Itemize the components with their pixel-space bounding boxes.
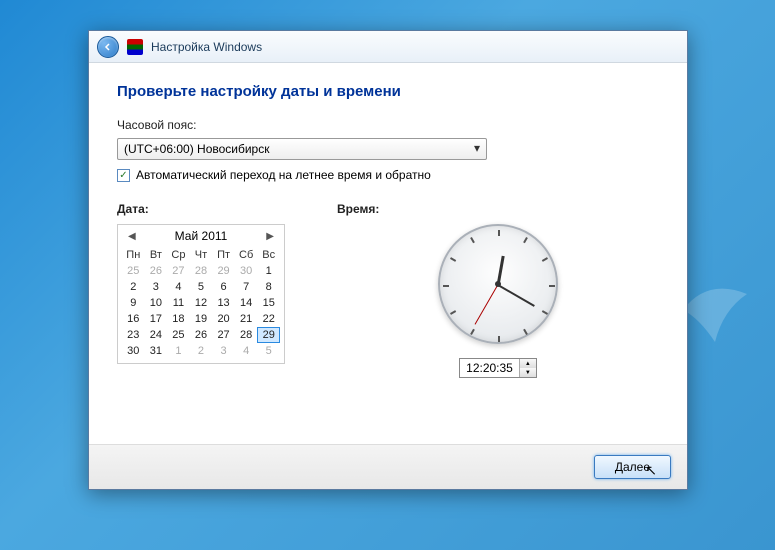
calendar-day[interactable]: 20 [212,311,235,327]
timezone-label: Часовой пояс: [117,118,659,132]
calendar-dow: Чт [190,247,213,263]
calendar-day[interactable]: 28 [190,263,213,279]
dst-label: Автоматический переход на летнее время и… [136,168,431,182]
calendar-day[interactable]: 10 [145,295,168,311]
calendar-day[interactable]: 16 [122,311,145,327]
calendar-day[interactable]: 24 [145,327,168,343]
page-heading: Проверьте настройку даты и времени [117,83,659,100]
calendar-day[interactable]: 31 [145,343,168,359]
analog-clock [438,224,558,344]
time-value[interactable]: 12:20:35 [460,359,519,377]
dst-checkbox[interactable]: ✓ [117,169,130,182]
calendar-day[interactable]: 17 [145,311,168,327]
calendar-day[interactable]: 11 [167,295,190,311]
calendar-day[interactable]: 8 [257,279,280,295]
calendar-day[interactable]: 5 [257,343,280,359]
calendar-dow: Вс [257,247,280,263]
calendar-dow: Пт [212,247,235,263]
calendar-next-button[interactable]: ▶ [262,231,278,242]
dst-row: ✓ Автоматический переход на летнее время… [117,168,659,182]
calendar-day[interactable]: 29 [257,327,280,343]
calendar-day[interactable]: 26 [145,263,168,279]
calendar-day[interactable]: 4 [235,343,258,359]
calendar-day[interactable]: 26 [190,327,213,343]
setup-window: Настройка Windows Проверьте настройку да… [88,30,688,490]
calendar-day[interactable]: 2 [122,279,145,295]
calendar-month-year[interactable]: Май 2011 [140,229,263,243]
calendar-day[interactable]: 9 [122,295,145,311]
time-spin-up[interactable]: ▲ [520,359,536,368]
back-button[interactable] [97,36,119,58]
calendar-day[interactable]: 15 [257,295,280,311]
titlebar: Настройка Windows [89,31,687,63]
calendar-day[interactable]: 23 [122,327,145,343]
calendar-dow: Пн [122,247,145,263]
windows-flag-icon [127,39,143,55]
time-spin-down[interactable]: ▼ [520,368,536,377]
calendar-day[interactable]: 1 [257,263,280,279]
calendar-day[interactable]: 28 [235,327,258,343]
calendar-day[interactable]: 25 [122,263,145,279]
timezone-select[interactable]: (UTC+06:00) Новосибирск [117,138,487,160]
calendar-day[interactable]: 30 [122,343,145,359]
calendar-day[interactable]: 29 [212,263,235,279]
footer: Далее ↖ [89,444,687,489]
time-section-label: Время: [337,202,659,216]
calendar-day[interactable]: 18 [167,311,190,327]
calendar-dow: Вт [145,247,168,263]
content-area: Проверьте настройку даты и времени Часов… [89,63,687,444]
calendar-day[interactable]: 5 [190,279,213,295]
calendar-day[interactable]: 30 [235,263,258,279]
window-title: Настройка Windows [151,40,262,54]
calendar-day[interactable]: 3 [212,343,235,359]
calendar-dow: Сб [235,247,258,263]
calendar-day[interactable]: 25 [167,327,190,343]
calendar-day[interactable]: 12 [190,295,213,311]
calendar-day[interactable]: 4 [167,279,190,295]
back-arrow-icon [103,42,113,52]
calendar-day[interactable]: 2 [190,343,213,359]
calendar-day[interactable]: 19 [190,311,213,327]
calendar-day[interactable]: 6 [212,279,235,295]
next-button[interactable]: Далее [594,455,671,479]
calendar-day[interactable]: 21 [235,311,258,327]
calendar-day[interactable]: 27 [167,263,190,279]
calendar-day[interactable]: 3 [145,279,168,295]
calendar-prev-button[interactable]: ◀ [124,231,140,242]
calendar-day[interactable]: 14 [235,295,258,311]
calendar-dow: Ср [167,247,190,263]
calendar-day[interactable]: 22 [257,311,280,327]
clock-second-hand [475,284,499,324]
calendar-day[interactable]: 1 [167,343,190,359]
calendar-day[interactable]: 13 [212,295,235,311]
clock-center [495,281,501,287]
timezone-selected-value: (UTC+06:00) Новосибирск [124,142,269,156]
calendar-day[interactable]: 7 [235,279,258,295]
calendar-day[interactable]: 27 [212,327,235,343]
time-spinner[interactable]: 12:20:35 ▲ ▼ [459,358,537,378]
date-section-label: Дата: [117,202,287,216]
clock-minute-hand [498,284,535,307]
calendar: ◀ Май 2011 ▶ ПнВтСрЧтПтСбВс2526272829301… [117,224,285,364]
